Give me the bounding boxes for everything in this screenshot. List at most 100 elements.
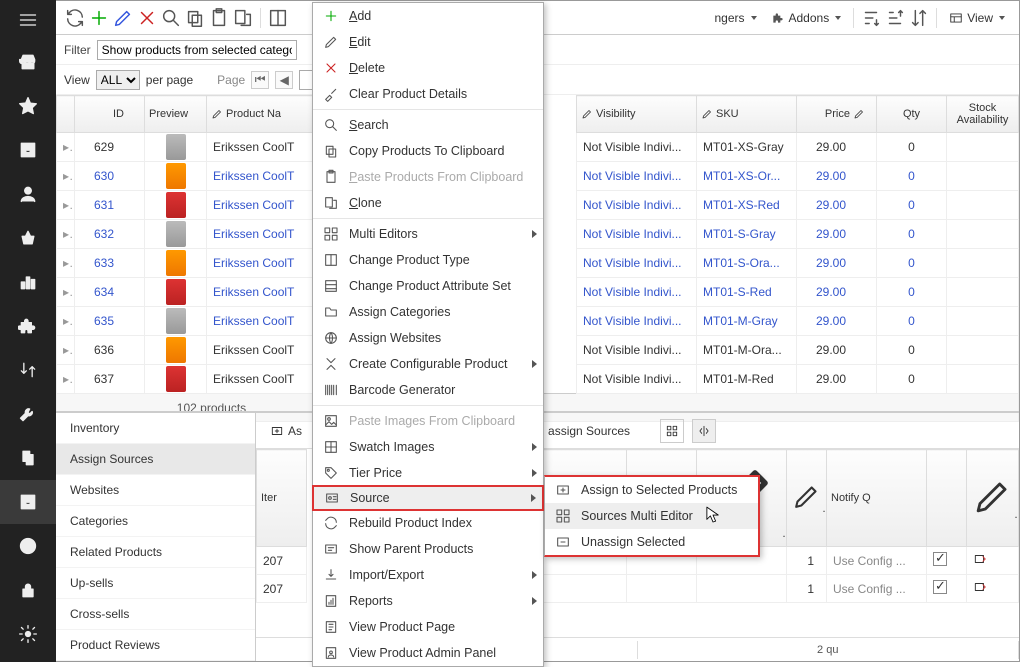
- q-header[interactable]: Q: [787, 450, 827, 547]
- menu-item[interactable]: Search: [313, 112, 543, 138]
- item-header[interactable]: Iter: [257, 450, 307, 547]
- menu-item[interactable]: Edit: [313, 29, 543, 55]
- sidebar-item[interactable]: Related Products: [56, 537, 255, 568]
- per-page-select[interactable]: ALL: [96, 70, 140, 90]
- stock-header[interactable]: Stock Availability: [947, 96, 1019, 133]
- preview-header[interactable]: Preview: [145, 96, 207, 133]
- nav-chart-icon[interactable]: [0, 260, 56, 304]
- expand-toggle[interactable]: ▸: [57, 336, 75, 365]
- sort-desc-button[interactable]: [884, 7, 906, 29]
- menu-item[interactable]: Clone: [313, 190, 543, 216]
- expand-toggle[interactable]: ▸: [57, 220, 75, 249]
- menu-item[interactable]: Sources Multi Editor: [545, 503, 758, 529]
- expand-toggle[interactable]: ▸: [57, 307, 75, 336]
- menu-item[interactable]: Clear Product Details: [313, 81, 543, 107]
- managers-dropdown[interactable]: ngers: [708, 11, 762, 25]
- add-button[interactable]: [88, 7, 110, 29]
- nav-copy-icon[interactable]: [0, 436, 56, 480]
- split-view-toggle[interactable]: [692, 419, 716, 443]
- view-dropdown[interactable]: View: [943, 11, 1011, 25]
- qty-header[interactable]: Qty: [877, 96, 947, 133]
- copy-button[interactable]: [184, 7, 206, 29]
- menu-item[interactable]: Rebuild Product Index: [313, 510, 543, 536]
- nav-puzzle-icon[interactable]: [0, 304, 56, 348]
- cell-notify-check[interactable]: [927, 547, 967, 575]
- sort-asc-button[interactable]: [860, 7, 882, 29]
- expand-toggle[interactable]: ▸: [57, 278, 75, 307]
- visibility-header[interactable]: Visibility: [577, 96, 697, 133]
- nav-lock-icon[interactable]: [0, 568, 56, 612]
- nav-wrench-icon[interactable]: [0, 392, 56, 436]
- checkbox[interactable]: [933, 580, 947, 594]
- menu-item[interactable]: Create Configurable Product: [313, 351, 543, 377]
- page-prev-button[interactable]: ◀: [275, 71, 293, 89]
- menu-item[interactable]: Source: [312, 485, 544, 511]
- delete-button[interactable]: [136, 7, 158, 29]
- refresh-button[interactable]: [64, 7, 86, 29]
- clone-button[interactable]: [232, 7, 254, 29]
- menu-item[interactable]: Assign Websites: [313, 325, 543, 351]
- notify-q-check-header[interactable]: [927, 450, 967, 547]
- page-first-button[interactable]: ⏮: [251, 71, 269, 89]
- price-header[interactable]: Price: [797, 96, 877, 133]
- menu-item[interactable]: View Product Admin Panel: [313, 640, 543, 666]
- expand-toggle[interactable]: ▸: [57, 365, 75, 394]
- sidebar-item[interactable]: Websites: [56, 475, 255, 506]
- nav-store-icon[interactable]: [0, 40, 56, 84]
- menu-item[interactable]: Barcode Generator: [313, 377, 543, 403]
- context-submenu[interactable]: Assign to Selected ProductsSources Multi…: [544, 475, 760, 557]
- menu-item[interactable]: Import/Export: [313, 562, 543, 588]
- menu-item[interactable]: Show Parent Products: [313, 536, 543, 562]
- id-header[interactable]: ID: [75, 96, 145, 133]
- sidebar-item[interactable]: Assign Sources: [56, 444, 255, 475]
- menu-item[interactable]: Multi Editors: [313, 221, 543, 247]
- expand-toggle[interactable]: ▸: [57, 162, 75, 191]
- menu-item[interactable]: Unassign Selected: [545, 529, 758, 555]
- sidebar-item[interactable]: Cross-sells: [56, 599, 255, 630]
- menu-item[interactable]: Copy Products To Clipboard: [313, 138, 543, 164]
- expand-toggle[interactable]: ▸: [57, 249, 75, 278]
- sidebar-item[interactable]: Inventory: [56, 413, 255, 444]
- nav-gear-icon[interactable]: [0, 612, 56, 656]
- nav-archive-icon[interactable]: [0, 480, 56, 524]
- cell-delete[interactable]: [967, 547, 1019, 575]
- nav-user-icon[interactable]: [0, 172, 56, 216]
- menu-item[interactable]: Delete: [313, 55, 543, 81]
- filter-input[interactable]: [97, 40, 297, 60]
- checkbox[interactable]: [933, 552, 947, 566]
- menu-item[interactable]: Assign to Selected Products: [545, 477, 758, 503]
- addons-dropdown[interactable]: Addons: [765, 11, 848, 25]
- nav-transfer-icon[interactable]: [0, 348, 56, 392]
- notify-q-header[interactable]: Notify Q: [827, 450, 927, 547]
- expand-toggle[interactable]: ▸: [57, 191, 75, 220]
- cell-notify-check[interactable]: [927, 575, 967, 603]
- menu-item[interactable]: Assign Categories: [313, 299, 543, 325]
- sidebar-item[interactable]: Up-sells: [56, 568, 255, 599]
- sort-button[interactable]: [908, 7, 930, 29]
- assign-sources-button[interactable]: As: [264, 421, 308, 441]
- grid-view-toggle[interactable]: [660, 419, 684, 443]
- nav-basket-icon[interactable]: [0, 216, 56, 260]
- hamburger-icon[interactable]: [0, 0, 56, 40]
- menu-item[interactable]: Add: [313, 3, 543, 29]
- notify-qt-header[interactable]: Notify Qt: [967, 450, 1019, 547]
- nav-inbox-icon[interactable]: [0, 128, 56, 172]
- sidebar-item[interactable]: Categories: [56, 506, 255, 537]
- menu-item[interactable]: Reports: [313, 588, 543, 614]
- sku-header[interactable]: SKU: [697, 96, 797, 133]
- edit-button[interactable]: [112, 7, 134, 29]
- menu-item[interactable]: Change Product Type: [313, 247, 543, 273]
- sidebar-item[interactable]: Product Reviews: [56, 630, 255, 661]
- expand-toggle[interactable]: ▸: [57, 133, 75, 162]
- menu-item[interactable]: Swatch Images: [313, 434, 543, 460]
- nav-help-icon[interactable]: [0, 524, 56, 568]
- cell-delete[interactable]: [967, 575, 1019, 603]
- menu-item[interactable]: Change Product Attribute Set: [313, 273, 543, 299]
- context-menu[interactable]: AddEditDeleteClear Product Details Search…: [312, 2, 544, 667]
- columns-button[interactable]: [267, 7, 289, 29]
- menu-item[interactable]: View Product Page: [313, 614, 543, 640]
- nav-star-icon[interactable]: [0, 84, 56, 128]
- paste-button[interactable]: [208, 7, 230, 29]
- menu-item[interactable]: Tier Price: [313, 460, 543, 486]
- search-button[interactable]: [160, 7, 182, 29]
